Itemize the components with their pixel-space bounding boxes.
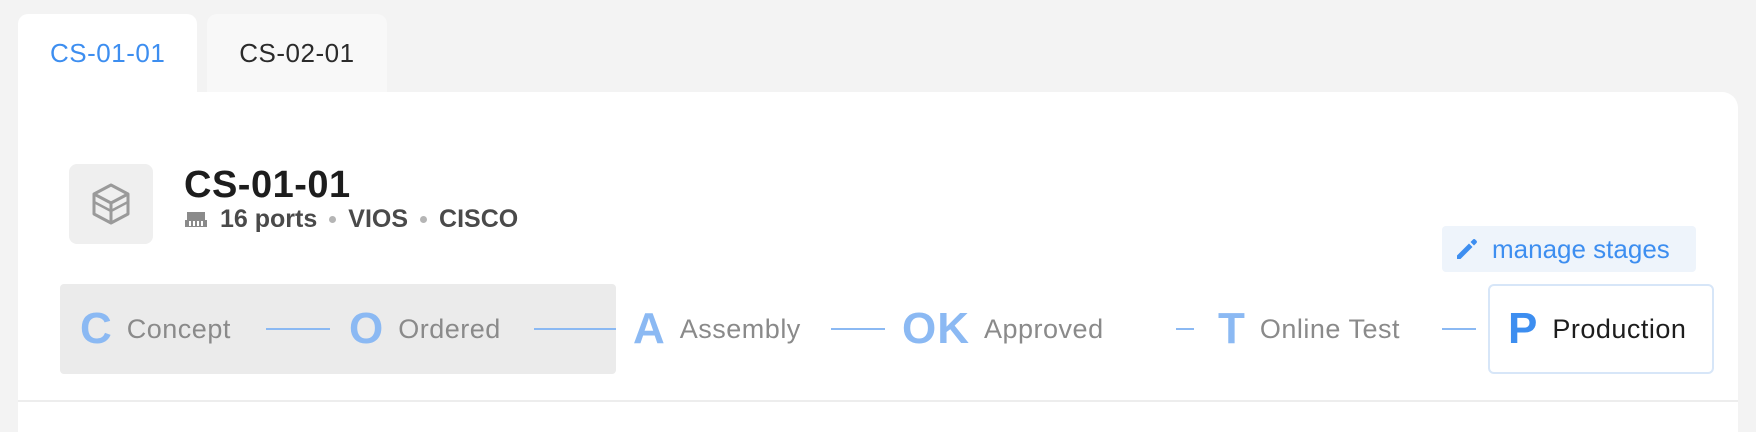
device-tabs: CS-01-01 CS-02-01 (18, 14, 387, 92)
stage-label: Assembly (679, 313, 801, 344)
stage-connector (831, 328, 885, 330)
tab-cs-01-01[interactable]: CS-01-01 (18, 14, 198, 92)
device-icon-box (69, 164, 153, 244)
stage-connector (1442, 328, 1476, 330)
stage-label: Online Test (1259, 313, 1400, 344)
manage-stages-button[interactable]: manage stages (1442, 226, 1696, 272)
device-card: CS-01-01 16 ports VIOS CISCO manage stag… (18, 92, 1738, 432)
ports-count: 16 ports (220, 204, 318, 233)
stage-letter: T (1218, 304, 1246, 353)
stage-letter: P (1508, 304, 1539, 353)
tab-cs-02-01[interactable]: CS-02-01 (207, 14, 387, 92)
stage-label: Production (1552, 313, 1687, 344)
stage-concept[interactable]: C Concept (80, 284, 231, 374)
stage-connector (534, 328, 616, 330)
separator-dot (329, 215, 337, 223)
stage-label: Concept (126, 313, 231, 344)
manage-stages-label: manage stages (1492, 233, 1670, 264)
device-vendor: CISCO (439, 204, 519, 233)
separator-dot (420, 215, 428, 223)
stage-letter: C (80, 304, 113, 353)
card-divider (18, 400, 1738, 402)
stage-letter: O (349, 304, 385, 353)
device-title: CS-01-01 (184, 164, 351, 206)
stage-connector (266, 328, 330, 330)
stage-letter: OK (902, 304, 970, 353)
stage-assembly[interactable]: A Assembly (633, 284, 801, 374)
ethernet-port-icon (185, 212, 207, 227)
stage-approved[interactable]: OK Approved (902, 284, 1104, 374)
stage-production[interactable]: P Production (1488, 284, 1714, 374)
device-platform: VIOS (348, 204, 409, 233)
stage-label: Approved (984, 313, 1104, 344)
pencil-icon (1457, 239, 1477, 259)
stage-ordered[interactable]: O Ordered (349, 284, 501, 374)
stage-connector (1176, 328, 1194, 330)
stage-pipeline: C Concept O Ordered A Assembly OK Approv… (60, 284, 1714, 374)
device-meta: 16 ports VIOS CISCO (184, 204, 518, 234)
cube-icon (92, 183, 130, 225)
stage-label: Ordered (398, 313, 501, 344)
stage-letter: A (633, 304, 666, 353)
stage-online-test[interactable]: T Online Test (1218, 284, 1400, 374)
